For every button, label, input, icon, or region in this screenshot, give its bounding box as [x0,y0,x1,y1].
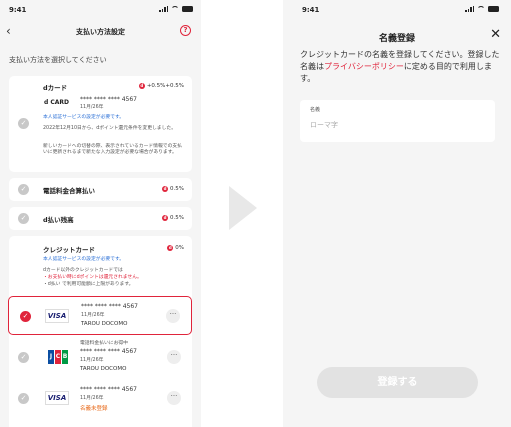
more-icon[interactable]: ··· [166,309,180,323]
point-rate-text: 0.5% [170,186,184,192]
card-holder: TAROU DOCOMO [81,321,128,327]
auth-note[interactable]: 本人認証サービスの設定が必要です。 [43,115,124,121]
dcard-logo: d CARD [44,99,70,106]
more-icon[interactable]: ··· [167,391,181,405]
selected-check-icon: ✓ [20,311,31,322]
check-icon: ✓ [18,352,29,363]
battery-icon [488,5,499,12]
status-icons [159,5,193,12]
wifi-icon [171,5,179,12]
modal-title: 名義登録 [378,34,415,44]
point-rate-badge: d 0.5% [162,215,184,221]
status-icons [465,5,499,12]
jcb-logo: JCB [48,350,68,364]
transition-arrow-icon [229,186,257,230]
name-field[interactable]: 名義 ローマ字 [300,100,495,142]
modal-description: クレジットカードの名義を登録してください。登録した名義はプライバシーポリシーに定… [300,49,500,85]
help-icon[interactable]: ? [180,25,191,36]
payment-settings-screen: 9:41 ‹ 支払い方法設定 ? 支払い方法を選択してください ✓ dカード d… [0,0,201,427]
carrier-billing-option[interactable]: ✓ 電話料金合算払い d 0.5% [9,178,192,201]
privacy-policy-link[interactable]: プライバシーポリシー [324,62,404,71]
dcard-title: dカード [43,84,68,92]
credit-note-2: ・お支払い時にdポイントは還元されません。 [43,275,142,280]
dpoint-icon: d [167,245,174,251]
point-rate-badge: d 0% [167,245,184,251]
check-icon: ✓ [18,118,29,129]
status-time: 9:41 [9,6,27,14]
register-button[interactable]: 登録する [317,367,478,398]
visa-logo: VISA [45,391,69,405]
dcard-note-1: 2022年12月10日から、dポイント還元条件を変更しました。 [43,126,176,131]
signal-icon [159,5,168,12]
card-expiry: 11月/26年 [80,396,104,401]
card-holder-unregistered: 名義未登録 [80,406,108,412]
page-title: 支払い方法設定 [76,28,125,36]
name-field-placeholder[interactable]: ローマ字 [310,120,338,130]
name-registration-screen: 9:41 名義登録 ✕ クレジットカードの名義を登録してください。登録した名義は… [283,0,511,427]
wifi-icon [477,5,485,12]
card-item-visa-unregistered[interactable]: ✓ VISA **** **** **** 4567 11月/26年 名義未登録… [9,380,192,420]
status-time: 9:41 [302,6,320,14]
dpoint-icon: d [138,83,145,89]
instruction-text: 支払い方法を選択してください [9,56,107,64]
check-icon: ✓ [18,184,29,195]
more-icon[interactable]: ··· [167,350,181,364]
card-holder: TAROU DOCOMO [80,366,127,372]
dcard-note-2: 新しいカードへの切替の際、表示されているカード情報での支払いに更新されるまで新た… [43,144,182,156]
check-icon: ✓ [18,213,29,224]
balance-title: d払い残高 [43,216,74,224]
battery-icon [182,5,193,12]
nav-bar: ‹ 支払い方法設定 ? [0,22,201,42]
screen: 9:41 ‹ 支払い方法設定 ? 支払い方法を選択してください ✓ dカード d… [0,0,511,427]
card-prenote: 電話料金払いにお得中 [80,341,128,346]
carrier-billing-title: 電話料金合算払い [43,187,95,195]
card-number: **** **** **** 4567 [80,348,137,355]
card-item-visa-selected[interactable]: ✓ VISA **** **** **** 4567 11月/26年 TAROU… [8,296,192,335]
point-rate-badge: d 0.5% [162,186,184,192]
status-bar: 9:41 [283,0,511,20]
close-icon[interactable]: ✕ [490,27,501,42]
card-expiry: 11月/26年 [80,358,104,363]
point-rate-text: 0.5% [170,215,184,221]
dpoint-icon: d [162,186,169,192]
auth-note[interactable]: 本人認証サービスの設定が必要です。 [43,257,124,263]
signal-icon [465,5,474,12]
credit-card-title: クレジットカード [43,246,95,254]
card-number: **** **** **** 4567 [81,303,138,310]
card-item-jcb[interactable]: ✓ JCB 電話料金払いにお得中 **** **** **** 4567 11月… [9,339,192,376]
check-icon: ✓ [18,393,29,404]
point-rate-text: +0.5%+0.5% [146,83,184,89]
card-expiry: 11月/26年 [81,313,105,318]
balance-option[interactable]: ✓ d払い残高 d 0.5% [9,207,192,230]
card-number: **** **** **** 4567 [80,96,137,103]
visa-logo: VISA [45,309,69,323]
credit-note-3: ・d払い で利用可能額に上限があります。 [43,282,134,287]
name-field-label: 名義 [310,107,321,113]
card-number: **** **** **** 4567 [80,386,137,393]
card-expiry: 11月/26年 [80,105,104,110]
point-rate-badge: d +0.5%+0.5% [138,83,184,89]
status-bar: 9:41 [0,0,201,20]
credit-note-1: dカード以外のクレジットカードでは [43,268,123,273]
dcard-option[interactable]: ✓ dカード d +0.5%+0.5% d CARD **** **** ****… [9,76,192,172]
dpoint-icon: d [162,215,169,221]
point-rate-text: 0% [175,245,184,251]
